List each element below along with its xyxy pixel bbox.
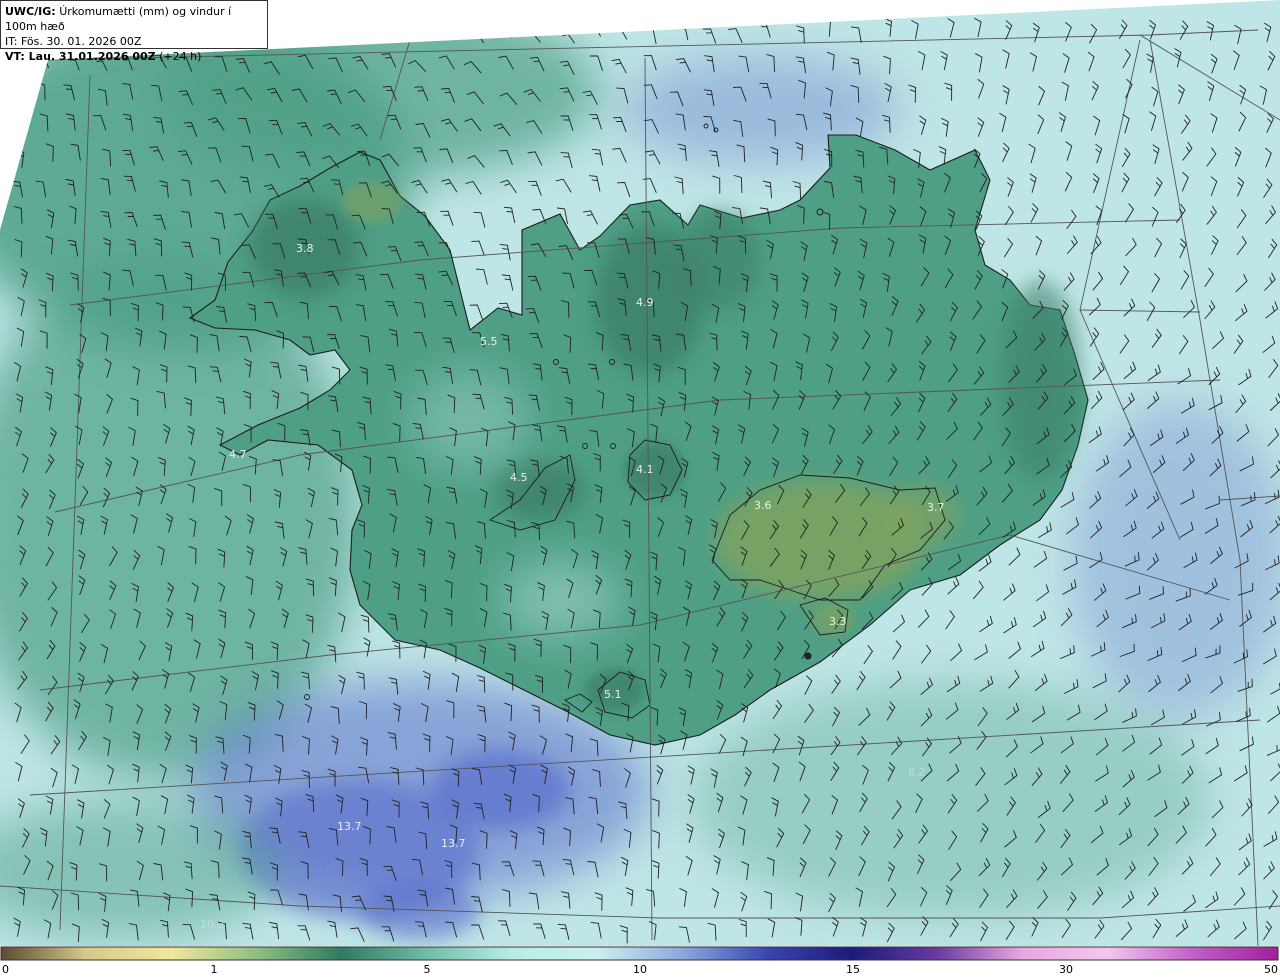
colorbar-tick: 0 — [2, 963, 9, 976]
colorbar-gradient — [0, 946, 1279, 961]
value-label: 4.9 — [636, 296, 654, 309]
valid-time: VT: Lau. 31.01.2026 00Z (+24 h) — [5, 49, 263, 64]
value-label: 4.5 — [510, 471, 528, 484]
value-label: 13.7 — [337, 820, 362, 833]
value-label: 4.1 — [636, 463, 654, 476]
value-label: 3.8 — [296, 242, 314, 255]
colorbar-legend: 0 1 5 10 15 30 50 — [0, 946, 1280, 978]
colorbar-tick: 1 — [210, 963, 218, 976]
map-info-box: UWC/IG: Úrkomumætti (mm) og vindur í 100… — [0, 0, 268, 63]
colorbar-tick: 10 — [633, 963, 647, 976]
value-label: 3.3 — [829, 615, 847, 628]
value-label: 5.1 — [604, 688, 622, 701]
value-label: 5.5 — [480, 335, 498, 348]
colorbar-tick: 50 — [1264, 963, 1278, 976]
value-label: 8.2 — [908, 766, 926, 779]
colorbar-tick: 30 — [1059, 963, 1073, 976]
value-label: 4.7 — [229, 448, 247, 461]
initial-time: IT: Fös. 30. 01. 2026 00Z — [5, 35, 142, 48]
value-label: 10.2 — [200, 918, 225, 931]
value-label: 3.7 — [927, 501, 945, 514]
value-label: 3.6 — [754, 499, 772, 512]
forecast-map: 3.8 5.5 4.9 4.7 4.5 4.1 3.6 3.7 3.3 5.1 … — [0, 0, 1280, 946]
valid-time-label: VT: Lau. 31.01.2026 00Z — [5, 50, 156, 63]
colorbar-tick: 15 — [846, 963, 860, 976]
colorbar-tick: 5 — [423, 963, 431, 976]
valid-time-offset: (+24 h) — [159, 50, 202, 63]
map-title: UWC/IG: Úrkomumætti (mm) og vindur í 100… — [5, 4, 263, 34]
value-label: 13.7 — [441, 837, 466, 850]
model-name: UWC/IG: — [5, 5, 56, 18]
